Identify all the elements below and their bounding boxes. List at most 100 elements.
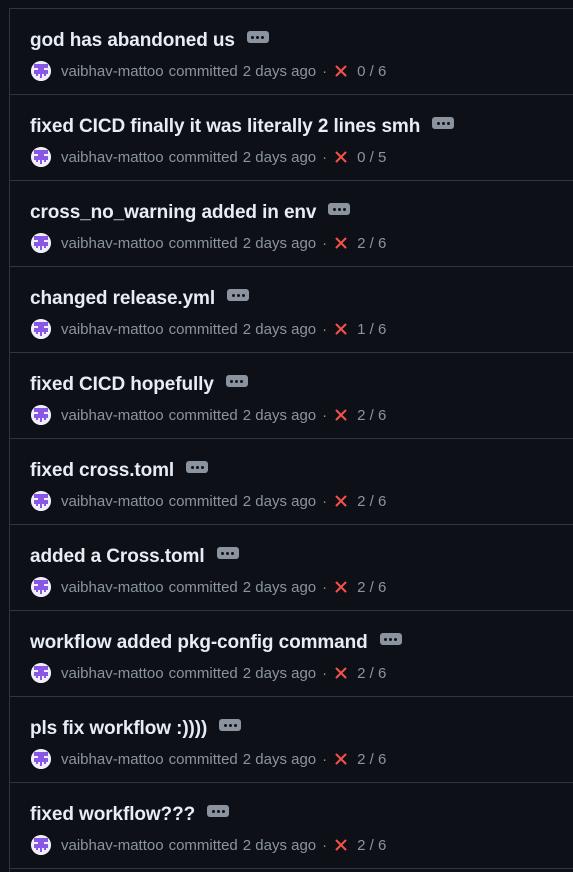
expand-message-button[interactable]: [216, 547, 239, 559]
commit-title-line: added a Cross.toml: [30, 545, 239, 569]
commit-row: fixed CICD hopefully vaibhav-mattoo comm…: [10, 353, 573, 439]
x-icon[interactable]: [334, 322, 348, 336]
expand-message-button[interactable]: [432, 117, 455, 129]
commit-time: 2 days ago: [242, 406, 317, 424]
expand-message-button[interactable]: [379, 633, 402, 645]
commit-row: fixed cross.toml vaibhav-mattoo committe…: [10, 439, 573, 525]
commit-title-link[interactable]: added a Cross.toml: [30, 546, 205, 568]
author-link[interactable]: vaibhav-mattoo: [61, 321, 164, 338]
checks-count[interactable]: 1 / 6: [357, 321, 386, 338]
separator: ·: [322, 320, 328, 338]
x-icon[interactable]: [334, 494, 348, 508]
commit-row: cross_no_warning added in env vaibhav-ma…: [10, 181, 573, 267]
checks-count[interactable]: 0 / 5: [357, 149, 386, 166]
commit-title-line: fixed CICD hopefully: [30, 373, 248, 397]
x-icon[interactable]: [334, 236, 348, 250]
expand-message-button[interactable]: [227, 289, 250, 301]
checks-count[interactable]: 2 / 6: [357, 837, 386, 854]
commit-time: 2 days ago: [242, 836, 317, 854]
commit-time: 2 days ago: [242, 234, 317, 252]
author-link[interactable]: vaibhav-mattoo: [61, 751, 164, 768]
avatar[interactable]: [31, 663, 51, 683]
commit-title-line: workflow added pkg-config command: [30, 631, 402, 655]
expand-message-button[interactable]: [207, 805, 230, 817]
commit-time: 2 days ago: [242, 664, 317, 682]
commit-meta: vaibhav-mattoo committed 2 days ago · 1 …: [31, 319, 386, 339]
avatar[interactable]: [31, 491, 51, 511]
commit-time: 2 days ago: [242, 320, 317, 338]
commit-list: god has abandoned us vaibhav-mattoo comm…: [9, 8, 573, 872]
x-icon[interactable]: [334, 408, 348, 422]
avatar[interactable]: [31, 835, 51, 855]
checks-count[interactable]: 2 / 6: [357, 235, 386, 252]
checks-count[interactable]: 0 / 6: [357, 63, 386, 80]
commit-time: 2 days ago: [242, 492, 317, 510]
commit-meta: vaibhav-mattoo committed 2 days ago · 0 …: [31, 61, 386, 81]
commit-title-link[interactable]: fixed workflow???: [30, 804, 195, 826]
expand-message-button[interactable]: [328, 203, 351, 215]
commit-title-link[interactable]: fixed cross.toml: [30, 460, 174, 482]
author-link[interactable]: vaibhav-mattoo: [61, 493, 164, 510]
commit-title-link[interactable]: workflow added pkg-config command: [30, 632, 368, 654]
author-link[interactable]: vaibhav-mattoo: [61, 407, 164, 424]
avatar[interactable]: [31, 233, 51, 253]
commit-meta: vaibhav-mattoo committed 2 days ago · 2 …: [31, 405, 386, 425]
author-link[interactable]: vaibhav-mattoo: [61, 665, 164, 682]
checks-count[interactable]: 2 / 6: [357, 751, 386, 768]
avatar[interactable]: [31, 749, 51, 769]
x-icon[interactable]: [334, 838, 348, 852]
avatar[interactable]: [31, 577, 51, 597]
checks-count[interactable]: 2 / 6: [357, 407, 386, 424]
commit-title-line: cross_no_warning added in env: [30, 201, 351, 225]
commit-verb: committed: [168, 836, 238, 854]
expand-message-button[interactable]: [219, 719, 242, 731]
checks-count[interactable]: 2 / 6: [357, 665, 386, 682]
commit-verb: committed: [168, 578, 238, 596]
commit-meta: vaibhav-mattoo committed 2 days ago · 2 …: [31, 577, 386, 597]
avatar[interactable]: [31, 61, 51, 81]
separator: ·: [322, 62, 328, 80]
commit-verb: committed: [168, 62, 238, 80]
commit-title-link[interactable]: fixed CICD finally it was literally 2 li…: [30, 116, 420, 138]
commit-row: pls fix workflow :)))) vaibhav-mattoo co…: [10, 697, 573, 783]
commit-verb: committed: [168, 750, 238, 768]
commit-verb: committed: [168, 234, 238, 252]
commit-meta: vaibhav-mattoo committed 2 days ago · 2 …: [31, 749, 386, 769]
expand-message-button[interactable]: [225, 375, 248, 387]
x-icon[interactable]: [334, 150, 348, 164]
commit-row: workflow added pkg-config command vaibha…: [10, 611, 573, 697]
commit-time: 2 days ago: [242, 750, 317, 768]
author-link[interactable]: vaibhav-mattoo: [61, 579, 164, 596]
commit-row: fixed CICD finally it was literally 2 li…: [10, 95, 573, 181]
separator: ·: [322, 234, 328, 252]
expand-message-button[interactable]: [246, 31, 269, 43]
commit-title-line: fixed workflow???: [30, 803, 230, 827]
checks-count[interactable]: 2 / 6: [357, 579, 386, 596]
separator: ·: [322, 664, 328, 682]
separator: ·: [322, 148, 328, 166]
commit-meta: vaibhav-mattoo committed 2 days ago · 2 …: [31, 233, 386, 253]
x-icon[interactable]: [334, 580, 348, 594]
commit-title-link[interactable]: cross_no_warning added in env: [30, 202, 317, 224]
avatar[interactable]: [31, 405, 51, 425]
checks-count[interactable]: 2 / 6: [357, 493, 386, 510]
avatar[interactable]: [31, 147, 51, 167]
commit-title-link[interactable]: pls fix workflow :)))): [30, 718, 207, 740]
commit-title-link[interactable]: fixed CICD hopefully: [30, 374, 214, 396]
avatar[interactable]: [31, 319, 51, 339]
commit-meta: vaibhav-mattoo committed 2 days ago · 2 …: [31, 491, 386, 511]
x-icon[interactable]: [334, 666, 348, 680]
author-link[interactable]: vaibhav-mattoo: [61, 63, 164, 80]
author-link[interactable]: vaibhav-mattoo: [61, 235, 164, 252]
commit-title-link[interactable]: god has abandoned us: [30, 30, 235, 52]
commit-row: changed release.yml vaibhav-mattoo commi…: [10, 267, 573, 353]
commit-title-line: god has abandoned us: [30, 29, 269, 53]
commit-title-link[interactable]: changed release.yml: [30, 288, 215, 310]
x-icon[interactable]: [334, 752, 348, 766]
author-link[interactable]: vaibhav-mattoo: [61, 149, 164, 166]
commit-row: fixed workflow??? vaibhav-mattoo committ…: [10, 783, 573, 869]
expand-message-button[interactable]: [186, 461, 209, 473]
author-link[interactable]: vaibhav-mattoo: [61, 837, 164, 854]
separator: ·: [322, 836, 328, 854]
x-icon[interactable]: [334, 64, 348, 78]
